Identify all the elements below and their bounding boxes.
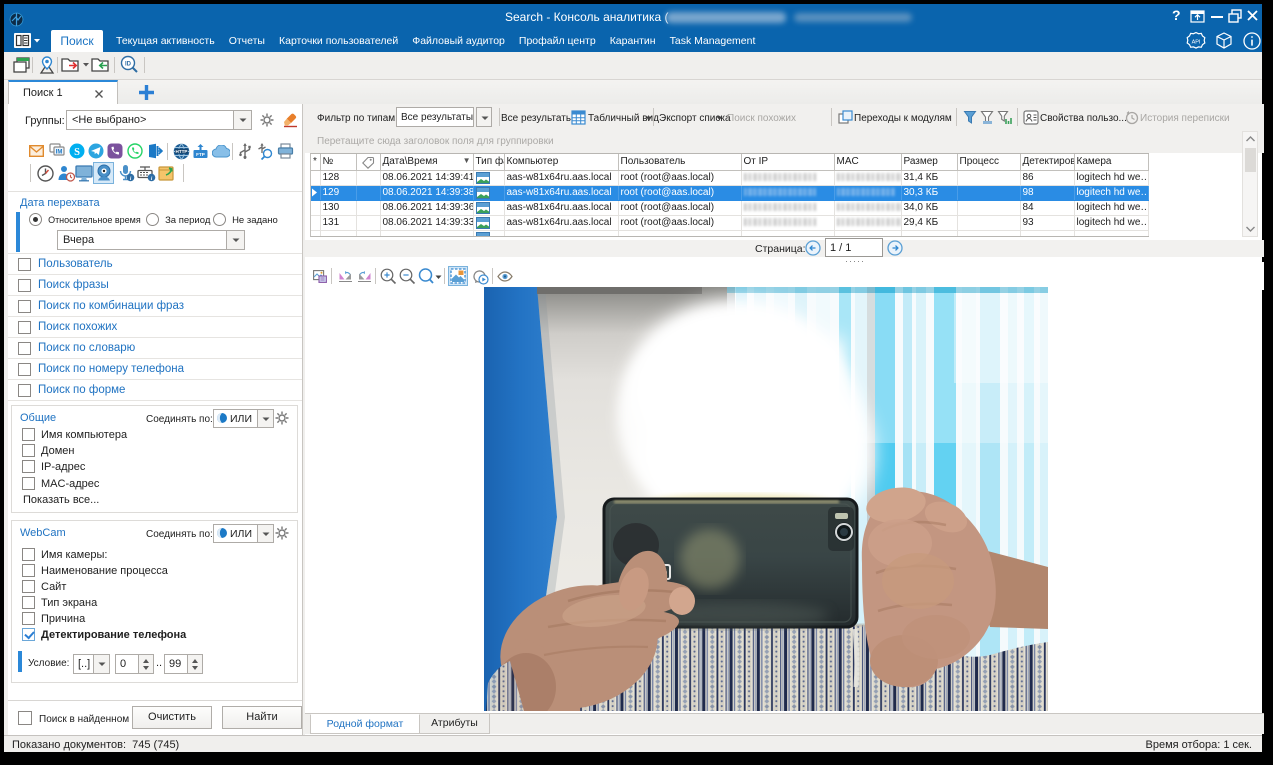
svg-text:HTTP: HTTP [176,149,188,154]
svg-text:ID: ID [125,62,132,68]
svg-text:API: API [1192,40,1201,46]
svg-text:IM: IM [56,150,63,156]
svg-text:S: S [74,147,80,158]
svg-text:FTP: FTP [196,152,205,157]
